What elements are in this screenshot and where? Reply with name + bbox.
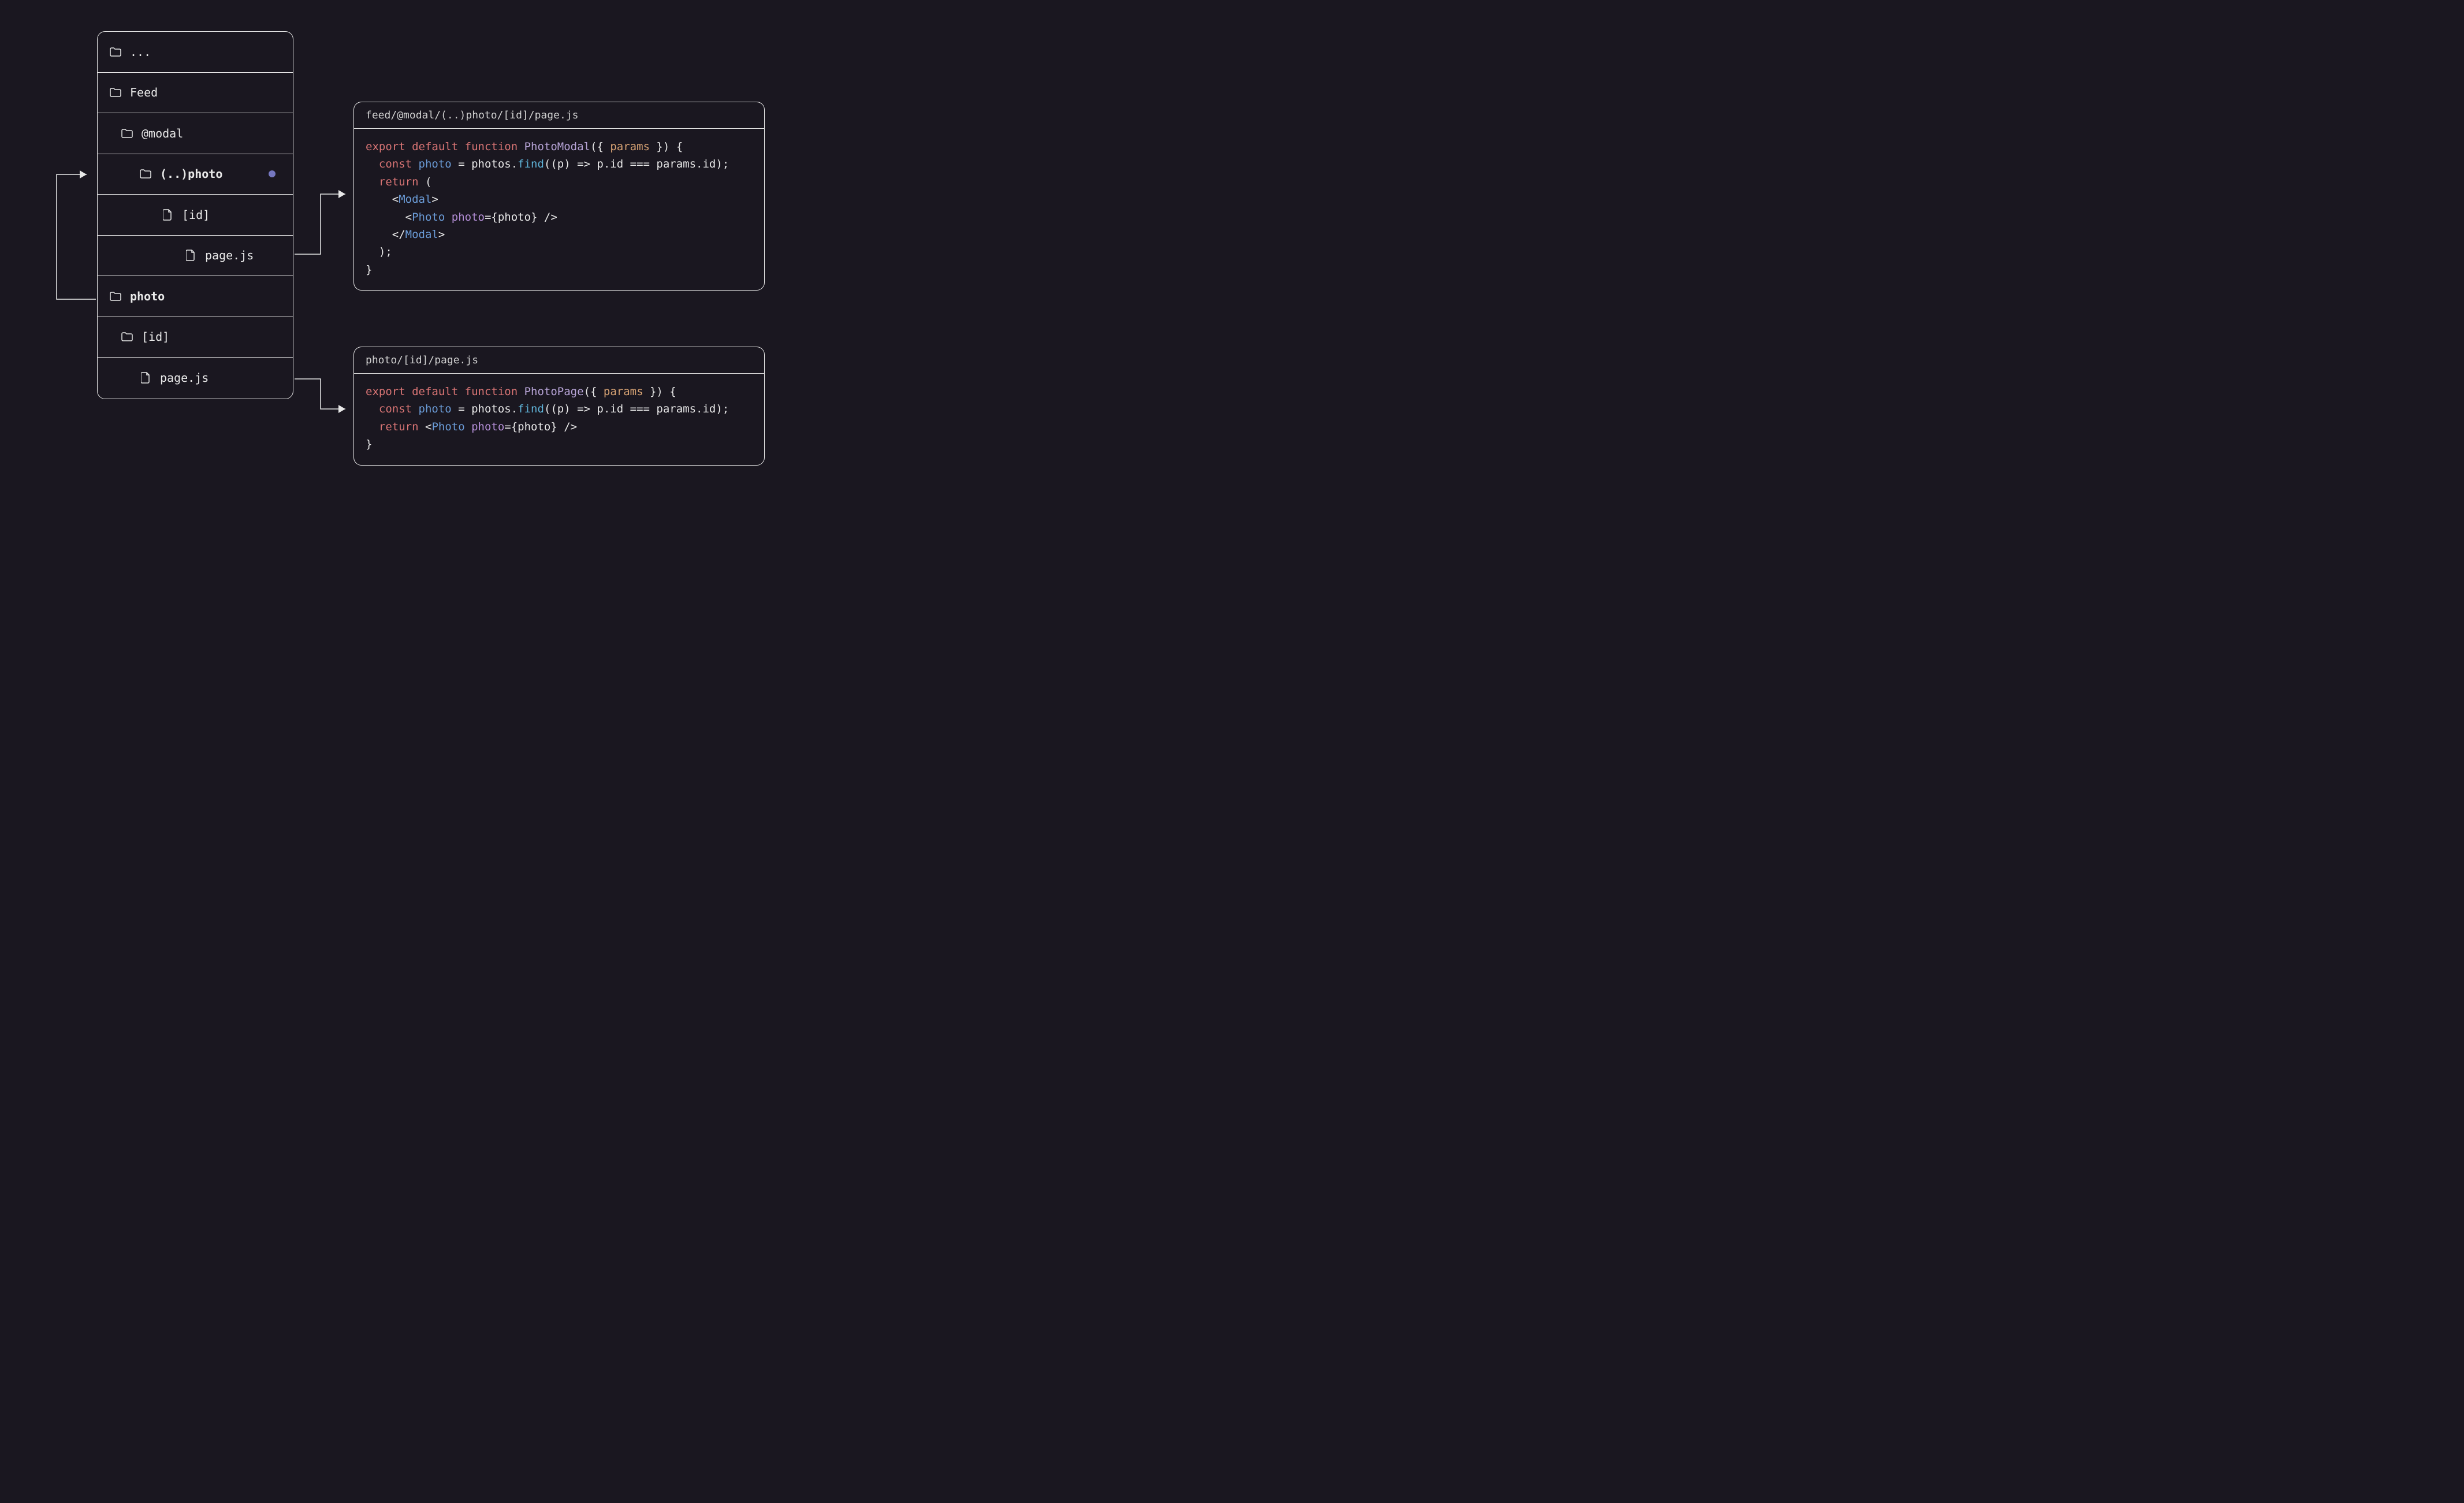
tree-row-label: [id] [182, 208, 210, 222]
folder-icon [109, 47, 122, 57]
folder-icon [139, 169, 152, 179]
code-panel-body: export default function PhotoModal({ par… [354, 129, 764, 290]
tree-row-label: Feed [130, 85, 158, 99]
file-tree-panel: ... Feed @modal (..)photo [id] page.js p… [97, 31, 293, 399]
folder-icon [109, 291, 122, 302]
file-icon [184, 250, 197, 261]
tree-row-label: photo [130, 289, 165, 303]
tree-row-feed: Feed [98, 73, 293, 114]
tree-row-root: ... [98, 32, 293, 73]
tree-row-intercept-photo: (..)photo [98, 154, 293, 195]
tree-row-page-js-photo: page.js [98, 358, 293, 399]
file-icon [139, 373, 152, 383]
code-panel-title: photo/[id]/page.js [354, 347, 764, 374]
status-dot [269, 170, 276, 177]
file-icon [161, 210, 174, 220]
tree-row-modal-slot: @modal [98, 113, 293, 154]
tree-row-label: (..)photo [160, 167, 222, 181]
tree-row-label: @modal [142, 127, 183, 140]
arrow-intercept [40, 168, 104, 306]
code-panel-modal: feed/@modal/(..)photo/[id]/page.js expor… [353, 102, 765, 291]
folder-icon [121, 332, 133, 342]
tree-row-id-segment: [id] [98, 195, 293, 236]
tree-row-photo: photo [98, 276, 293, 317]
code-panel-body: export default function PhotoPage({ para… [354, 374, 764, 465]
tree-row-label: page.js [160, 371, 209, 385]
tree-row-label: [id] [142, 330, 169, 344]
code-panel-page: photo/[id]/page.js export default functi… [353, 347, 765, 466]
code-panel-title: feed/@modal/(..)photo/[id]/page.js [354, 102, 764, 129]
tree-row-label: ... [130, 45, 151, 59]
folder-icon [109, 87, 122, 98]
arrow-to-modal-code [295, 185, 358, 263]
folder-icon [121, 128, 133, 139]
tree-row-page-js-modal: page.js [98, 236, 293, 277]
tree-row-label: page.js [205, 248, 254, 262]
arrow-to-page-code [295, 374, 358, 421]
tree-row-photo-id: [id] [98, 317, 293, 358]
